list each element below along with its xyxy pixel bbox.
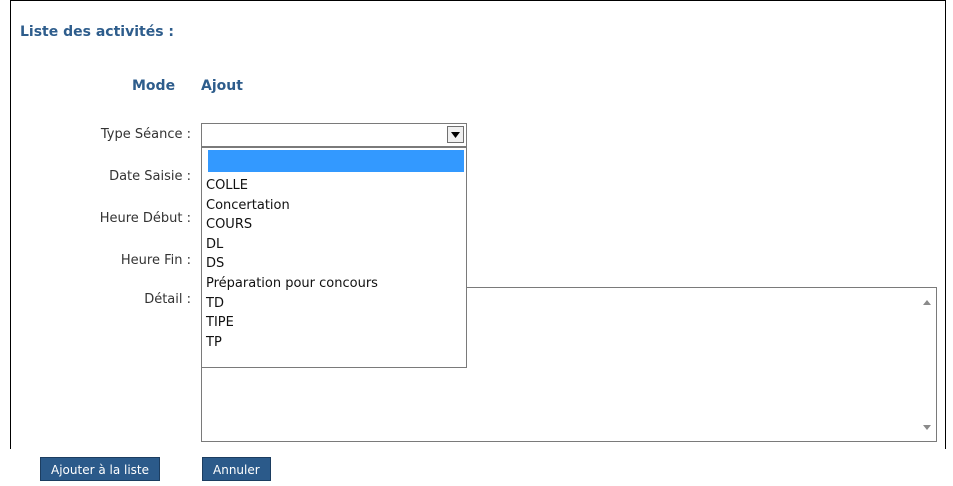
panel-title: Liste des activités : [20,24,174,40]
dropdown-option-highlight [208,150,464,172]
dropdown-option[interactable]: COLLE [202,176,466,196]
dropdown-option[interactable]: DL [202,235,466,255]
dropdown-option[interactable]: COURS [202,215,466,235]
add-to-list-button[interactable]: Ajouter à la liste [40,457,161,481]
detail-label: Détail : [144,292,191,307]
type-seance-label: Type Séance : [100,127,191,142]
type-seance-dropdown: COLLE Concertation COURS DL DS Préparati… [201,147,467,368]
chevron-down-icon[interactable] [447,126,464,143]
cancel-button[interactable]: Annuler [202,457,271,481]
dropdown-option[interactable]: Préparation pour concours [202,274,466,294]
dropdown-option[interactable]: Concertation [202,196,466,216]
dropdown-option-empty[interactable] [202,150,466,176]
dropdown-option[interactable]: DS [202,254,466,274]
type-seance-select[interactable] [201,123,467,147]
heure-fin-label: Heure Fin : [120,253,191,268]
mode-label: Mode [132,78,176,94]
dropdown-option[interactable]: TIPE [202,313,466,333]
dropdown-option[interactable]: TD [202,294,466,314]
scroll-up-icon[interactable] [921,296,933,308]
mode-value: Ajout [201,78,243,94]
date-saisie-label: Date Saisie : [109,169,191,184]
dropdown-option[interactable]: TP [202,333,466,353]
heure-debut-label: Heure Début : [99,211,191,226]
scroll-down-icon[interactable] [921,421,933,433]
